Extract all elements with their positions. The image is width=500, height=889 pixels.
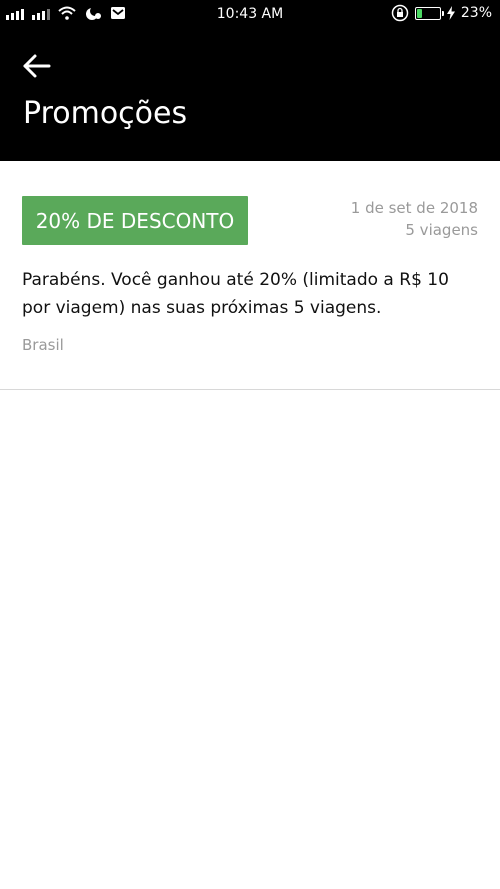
battery-icon	[414, 6, 444, 20]
promotion-card[interactable]: 20% DE DESCONTO 1 de set de 2018 5 viage…	[0, 161, 500, 390]
status-right-icons: 23%	[391, 4, 492, 22]
charging-bolt-icon	[446, 6, 455, 20]
rotation-lock-icon	[391, 4, 409, 22]
status-bar: 10:43 AM 23%	[0, 0, 500, 30]
battery-level	[416, 8, 423, 18]
page-title: Promoções	[23, 96, 188, 131]
back-button[interactable]	[22, 52, 56, 82]
app-header: Promoções	[0, 30, 500, 161]
promotion-region: Brasil	[22, 336, 64, 354]
promotion-description: Parabéns. Você ganhou até 20% (limitado …	[22, 270, 449, 318]
arrow-left-icon	[23, 54, 51, 78]
promotion-trips: 5 viagens	[405, 221, 478, 239]
battery-percent: 23%	[460, 5, 492, 21]
promotion-badge: 20% DE DESCONTO	[22, 196, 248, 245]
promotion-date: 1 de set de 2018	[350, 199, 478, 217]
promotion-meta: 1 de set de 2018 5 viagens	[351, 197, 478, 241]
